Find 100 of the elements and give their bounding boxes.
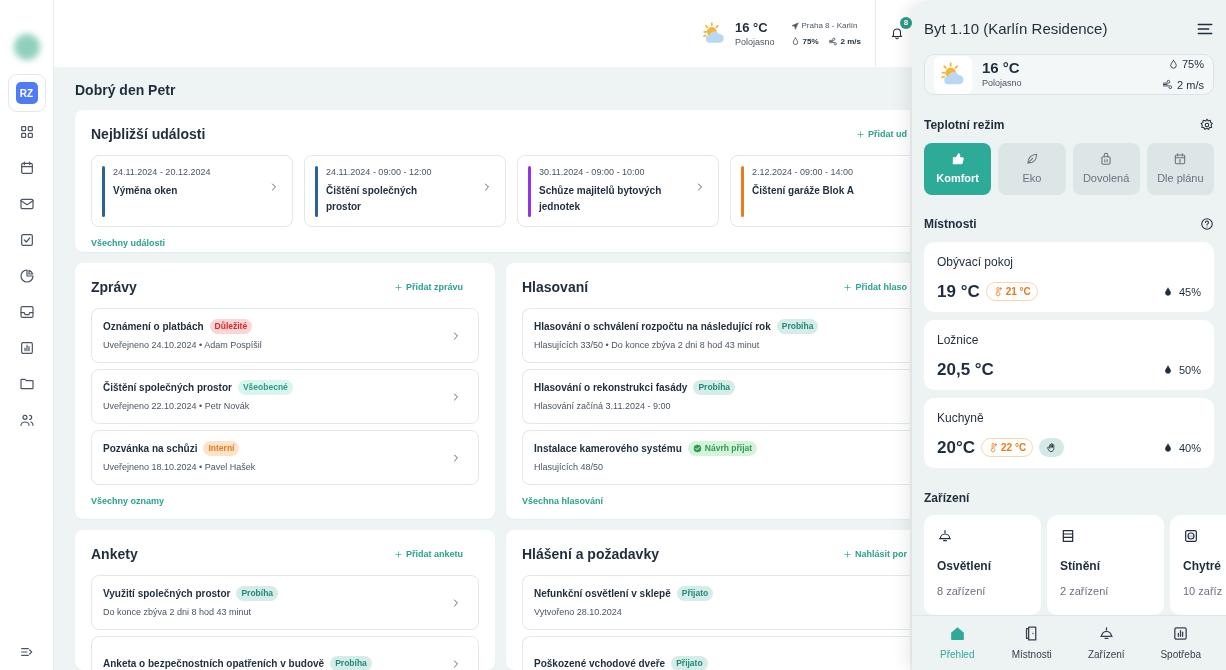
status-badge: Všeobecné bbox=[237, 379, 293, 395]
list-item[interactable]: Využití společných prostor Probíha Do konce zbýva 2 dni 8 hod 43 minut bbox=[91, 575, 479, 630]
event-title: Čištení garáže Blok A bbox=[752, 183, 855, 198]
mode-button[interactable]: Dovolená bbox=[1072, 143, 1140, 195]
list-item[interactable]: Poškozené vchodové dveře Přijato bbox=[522, 636, 910, 670]
folder-icon[interactable] bbox=[18, 376, 35, 392]
room-name: Obývací pokoj bbox=[937, 255, 1015, 270]
mode-button[interactable]: Dle plánu bbox=[1146, 143, 1214, 195]
logo-icon bbox=[13, 34, 40, 60]
plus-icon bbox=[843, 550, 852, 559]
status-badge: Přijato bbox=[671, 656, 708, 670]
device-count: 8 zařízení bbox=[937, 584, 987, 599]
check-circle-icon bbox=[692, 443, 702, 453]
weather-condition: Polojasno bbox=[735, 35, 775, 48]
apartment-title: Byt 1.10 (Karlín Residence) bbox=[924, 19, 1108, 39]
event-date: 2.12.2024 - 09:00 - 14:00 bbox=[752, 166, 855, 178]
room-temperature: 20°C bbox=[937, 437, 975, 459]
list-item[interactable]: Hlasování o rekonstrukci fasády Probíha Hlasování začíná 3.11.2024 - 9:00 bbox=[522, 369, 910, 424]
room-card[interactable]: Ložnice 20,5 °C 50% bbox=[924, 320, 1214, 390]
list-item[interactable]: Oznámení o platbách Důležité Uveřejneno 24.10.2024 • Adam Pospíšil bbox=[91, 308, 479, 363]
list-item[interactable]: Anketa o bezpečnostních opatřeních v budově Probíha bbox=[91, 636, 479, 670]
inbox-icon[interactable] bbox=[18, 304, 35, 320]
ceiling-lamp-icon bbox=[1097, 624, 1115, 642]
thumbs-up-icon bbox=[950, 151, 965, 166]
device-card[interactable]: Chytré 10 zaříz bbox=[1170, 515, 1226, 615]
droplet-icon bbox=[790, 37, 800, 46]
item-meta: Uveřejneno 22.10.2024 • Petr Novák bbox=[103, 399, 251, 413]
users-icon[interactable] bbox=[18, 412, 35, 428]
event-card[interactable]: 30.11.2024 - 09:00 - 10:00 Schůze majitelů bytových jednotek bbox=[517, 155, 719, 227]
pie-chart-icon[interactable] bbox=[18, 268, 35, 284]
mail-icon[interactable] bbox=[18, 196, 35, 212]
list-item[interactable]: Pozvánka na schůzi Interní Uveřejneno 18.10.2024 • Pavel Hašek bbox=[91, 430, 479, 485]
device-name: Chytré bbox=[1183, 558, 1222, 575]
room-card[interactable]: Obývací pokoj 19 °C 21 °C 45% bbox=[924, 242, 1214, 312]
calendar-icon[interactable] bbox=[18, 160, 35, 176]
calendar-icon bbox=[1173, 151, 1188, 166]
item-title: Pozvánka na schůzi bbox=[103, 441, 198, 456]
item-title: Instalace kamerového systému bbox=[534, 441, 682, 456]
room-name: Ložnice bbox=[937, 333, 980, 348]
window-blind-icon bbox=[1060, 528, 1076, 544]
event-title: Schůze majitelů bytových jednotek bbox=[539, 184, 663, 214]
wind-speed: 2 m/s bbox=[840, 35, 861, 48]
device-name: Osvětlení bbox=[937, 558, 993, 575]
status-badge: Probíha bbox=[776, 318, 819, 334]
item-title: Čištění společných prostor bbox=[103, 380, 232, 395]
bar-chart-icon[interactable] bbox=[18, 340, 35, 356]
list-item[interactable]: Čištění společných prostor Všeobecné Uveřejneno 22.10.2024 • Petr Novák bbox=[91, 369, 479, 424]
power-socket-icon bbox=[1183, 528, 1199, 544]
item-meta: Hlasování začíná 3.11.2024 - 9:00 bbox=[534, 399, 672, 413]
section-title: Místnosti bbox=[924, 216, 977, 233]
help-icon[interactable] bbox=[1200, 217, 1214, 231]
event-title: Čištění společných prostor bbox=[326, 183, 419, 214]
section-title: Zařízení bbox=[924, 490, 970, 507]
item-meta: Uveřejneno 18.10.2024 • Pavel Hašek bbox=[103, 460, 257, 474]
mode-button[interactable]: Eko bbox=[998, 143, 1066, 195]
nav-tab[interactable]: Místnosti bbox=[994, 624, 1069, 662]
user-avatar[interactable]: RZ bbox=[15, 82, 38, 104]
item-meta: Hlasujících 48/50 bbox=[534, 460, 605, 474]
plus-icon bbox=[856, 130, 865, 139]
wind-speed: 2 m/s bbox=[1177, 77, 1204, 93]
room-name: Kuchyně bbox=[937, 411, 985, 426]
item-meta: Hlasujících 33/50 • Do konce zbýva 2 dni 8 hod 43 minut bbox=[534, 338, 761, 352]
device-card[interactable]: Stínění 2 zařízení bbox=[1047, 515, 1164, 615]
bar-chart-icon bbox=[1172, 624, 1190, 642]
event-date: 24.11.2024 - 20.12.2024 bbox=[113, 166, 212, 178]
section-title: Teplotní režim bbox=[924, 117, 1005, 134]
nav-tab[interactable]: Zařízení bbox=[1069, 624, 1144, 662]
event-card[interactable]: 2.12.2024 - 09:00 - 14:00 Čištení garáže Blok A bbox=[730, 155, 910, 227]
list-item[interactable]: Instalace kamerového systému Návrh přijat Hlasujících 48/50 bbox=[522, 430, 910, 485]
task-icon[interactable] bbox=[18, 232, 35, 248]
ceiling-lamp-icon bbox=[937, 528, 953, 544]
droplet-icon bbox=[1162, 442, 1173, 453]
room-temperature: 19 °C bbox=[937, 281, 980, 303]
location: Praha 8 - Karlín bbox=[801, 19, 858, 32]
event-card[interactable]: 24.11.2024 - 20.12.2024 Výměna oken bbox=[91, 155, 293, 227]
device-name: Stínění bbox=[1060, 558, 1101, 575]
nav-tab[interactable]: Spotřeba bbox=[1143, 624, 1218, 662]
location-arrow-icon bbox=[790, 21, 799, 30]
list-item[interactable]: Hlasování o schválení rozpočtu na následující rok Probíha Hlasujících 33/50 • Do konce zbýva 2 dni 8 hod 43 minut bbox=[522, 308, 910, 363]
temperature: 16 °C bbox=[982, 58, 1021, 77]
list-item[interactable]: Nefunkční osvětlení v sklepě Přijato Vytvořeno 28.10.2024 bbox=[522, 575, 910, 630]
settings-icon[interactable] bbox=[1200, 118, 1214, 132]
bell-icon[interactable] bbox=[890, 25, 904, 40]
device-card[interactable]: Osvětlení 8 zařízení bbox=[924, 515, 1041, 615]
droplet-icon bbox=[1167, 58, 1179, 70]
humidity: 75% bbox=[802, 35, 819, 48]
item-meta: Do konce zbýva 2 dni 8 hod 43 minut bbox=[103, 605, 253, 619]
status-badge: Probíha bbox=[236, 585, 279, 601]
item-title: Hlasování o schválení rozpočtu na následující rok bbox=[534, 319, 771, 334]
event-card[interactable]: 24.11.2024 - 09:00 - 12:00 Čištění společných prostor bbox=[304, 155, 506, 227]
event-date: 24.11.2024 - 09:00 - 12:00 bbox=[326, 166, 433, 178]
notification-badge: 8 bbox=[900, 16, 912, 29]
item-meta: Vytvořeno 28.10.2024 bbox=[534, 605, 623, 619]
dashboard-icon[interactable] bbox=[18, 124, 35, 140]
room-card[interactable]: Kuchyně 20°C 22 °C 40% bbox=[924, 398, 1214, 468]
room-temperature: 20,5 °C bbox=[937, 359, 994, 381]
item-title: Oznámení o platbách bbox=[103, 319, 204, 334]
status-badge: Probíha bbox=[693, 379, 736, 395]
home-icon bbox=[948, 624, 966, 642]
weather-condition: Polojasno bbox=[982, 76, 1023, 90]
